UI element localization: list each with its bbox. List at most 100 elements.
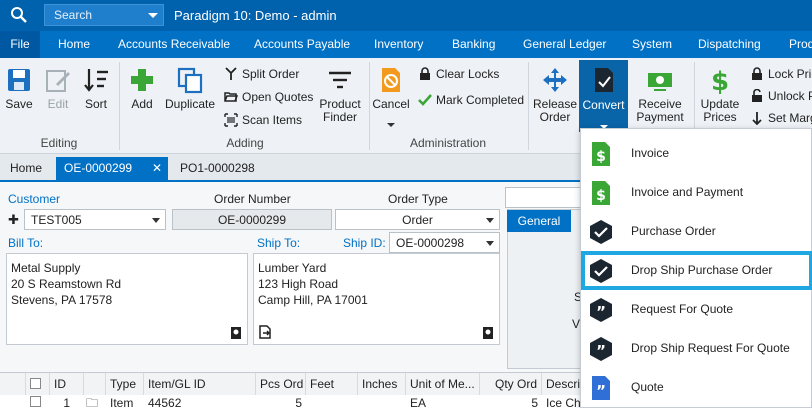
menu-system[interactable]: System [632, 31, 672, 58]
menu-item-purchase-order[interactable]: Purchase Order [581, 212, 812, 251]
open-quotes-button[interactable]: Open Quotes [224, 89, 316, 105]
menu-item-invoice[interactable]: $ Invoice [581, 134, 812, 173]
cancel-dropdown-caret[interactable] [372, 117, 410, 130]
grid-header-qty-ord[interactable]: Qty Ord [480, 373, 542, 395]
ship-to-label: Ship To: [257, 236, 301, 250]
bill-to-address[interactable]: Metal Supply 20 S Reamstown Rd Stevens, … [6, 253, 248, 345]
sort-icon [84, 69, 108, 92]
cell-unit-of-measure[interactable]: EA [410, 396, 470, 408]
chevron-down-icon[interactable] [152, 218, 160, 223]
convert-button[interactable]: Convert [579, 60, 628, 132]
menu-production[interactable]: Prod [789, 31, 812, 58]
ship-to-address[interactable]: Lumber Yard 123 High Road Camp Hill, PA … [253, 253, 500, 345]
cell-pcs-ord[interactable]: 5 [256, 396, 302, 408]
grid-header-feet[interactable]: Feet [306, 373, 358, 395]
save-button[interactable]: Save [4, 66, 34, 111]
menu-file[interactable]: File [0, 31, 40, 58]
grid-header-pcs-ord[interactable]: Pcs Ord [256, 373, 306, 395]
clear-locks-button[interactable]: Clear Locks [418, 66, 518, 82]
cell-qty-ord[interactable]: 5 [480, 396, 538, 408]
customer-label: Customer [8, 192, 61, 206]
add-button[interactable]: Add [128, 66, 156, 111]
release-order-button[interactable]: Release Order [533, 66, 577, 124]
cell-description[interactable]: Ice Che [546, 396, 580, 408]
scan-items-button[interactable]: Scan Items [224, 112, 304, 128]
menu-item-invoice-and-payment[interactable]: $ Invoice and Payment [581, 173, 812, 212]
mark-completed-label: Mark Completed [436, 93, 525, 107]
chevron-down-icon [387, 123, 395, 127]
grid-header-type[interactable]: Type [106, 373, 144, 395]
menu-inventory[interactable]: Inventory [374, 31, 423, 58]
menu-item-label: Request For Quote [631, 302, 734, 316]
set-margin-button[interactable]: Set Marg [750, 110, 812, 126]
split-order-button[interactable]: Split Order [224, 66, 314, 82]
menu-dispatching[interactable]: Dispatching [698, 31, 761, 58]
map-pin-icon[interactable] [481, 324, 495, 340]
chevron-down-icon[interactable] [486, 218, 494, 223]
menu-item-request-for-quote[interactable]: ” Request For Quote [581, 290, 812, 329]
search-box[interactable]: Search [44, 4, 164, 26]
checkmark-icon [418, 94, 432, 106]
checkbox-icon [30, 396, 41, 407]
blank-field[interactable] [505, 187, 581, 208]
menu-home[interactable]: Home [58, 31, 90, 58]
hexagon-check-icon [590, 220, 612, 244]
update-prices-button[interactable]: $ Update Prices [698, 66, 742, 124]
unlock-prices-button[interactable]: Unlock P [750, 88, 812, 104]
tab-general[interactable]: General [507, 210, 571, 232]
tab-po1-0000298[interactable]: PO1-0000298 [172, 157, 263, 180]
receive-payment-button[interactable]: Receive Payment [631, 66, 689, 137]
lock-prices-button[interactable]: Lock Pric [750, 66, 812, 82]
receive-payment-label-2: Payment [636, 110, 684, 124]
duplicate-button[interactable]: Duplicate [164, 66, 216, 111]
grid-header-inches[interactable]: Inches [358, 373, 406, 395]
menu-general-ledger[interactable]: General Ledger [523, 31, 606, 58]
ship-id-field[interactable]: OE-0000298 [389, 232, 500, 253]
order-type-label: Order Type [388, 192, 448, 206]
tab-label: OE-0000299 [64, 161, 133, 175]
menu-item-label: Quote [631, 380, 664, 394]
convert-label: Convert [582, 98, 625, 112]
menu-banking[interactable]: Banking [452, 31, 495, 58]
search-icon[interactable] [10, 6, 28, 24]
menu-item-drop-ship-purchase-order[interactable]: Drop Ship Purchase Order [581, 251, 812, 290]
chevron-down-icon[interactable] [486, 241, 494, 246]
plus-icon[interactable]: ✚ [8, 212, 19, 228]
row-checkbox[interactable] [30, 396, 44, 408]
ship-id-label: Ship ID: [343, 236, 386, 250]
map-pin-icon[interactable] [229, 324, 243, 340]
hexagon-check-icon [590, 259, 612, 283]
add-label: Add [131, 97, 153, 111]
customer-value: TEST005 [31, 213, 82, 227]
menu-accounts-receivable[interactable]: Accounts Receivable [118, 31, 230, 58]
mark-completed-button[interactable]: Mark Completed [418, 92, 528, 108]
chevron-down-icon[interactable] [148, 13, 158, 18]
separator [528, 62, 529, 150]
grid-header-description[interactable]: Descrip [542, 373, 582, 395]
menu-item-drop-ship-request-for-quote[interactable]: ” Drop Ship Request For Quote [581, 329, 812, 368]
administration-group-label: Administration [409, 136, 487, 150]
grid-header-item-gl-id[interactable]: Item/GL ID [144, 373, 256, 395]
close-icon[interactable]: ✕ [152, 157, 162, 180]
customer-field[interactable]: TEST005 [24, 209, 166, 230]
folder-open-icon [224, 92, 238, 102]
tab-home[interactable]: Home [2, 157, 50, 180]
edit-button[interactable]: Edit [44, 66, 72, 111]
adding-group-label: Adding [226, 136, 264, 150]
order-type-field[interactable]: Order [335, 209, 500, 230]
menu-accounts-payable[interactable]: Accounts Payable [254, 31, 350, 58]
menu-item-quote[interactable]: ” Quote [581, 368, 812, 407]
app-title: Paradigm 10: Demo - admin [174, 8, 337, 23]
release-order-label-2: Order [539, 110, 571, 124]
cancel-button[interactable]: Cancel [372, 66, 410, 130]
grid-header-id[interactable]: ID [50, 373, 84, 395]
product-finder-button[interactable]: Product Finder [318, 66, 362, 124]
grid-header-unit-of-measure[interactable]: Unit of Me... [406, 373, 480, 395]
cell-item-gl-id[interactable]: 44562 [148, 396, 248, 408]
tab-oe-0000299[interactable]: OE-0000299 ✕ [56, 157, 168, 180]
folder-icon[interactable]: 🗀 [86, 396, 104, 408]
save-icon [8, 69, 30, 91]
export-icon[interactable] [258, 324, 272, 340]
select-all-checkbox[interactable] [26, 373, 50, 395]
sort-button[interactable]: Sort [82, 66, 110, 111]
